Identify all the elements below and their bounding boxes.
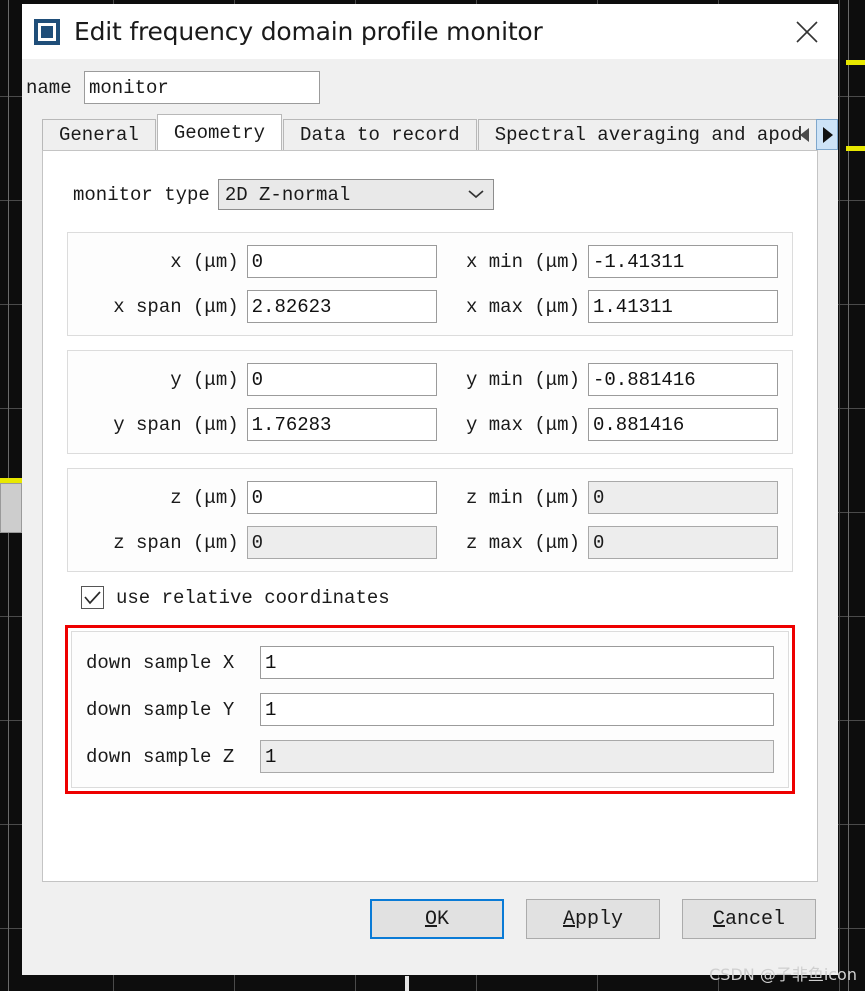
x-span-label: x span (μm) — [113, 295, 239, 318]
geometry-tab-panel: monitor type 2D Z-normal x (μm) x min (μ… — [42, 150, 818, 882]
down-sample-z-input — [260, 740, 774, 773]
y-span-input[interactable] — [246, 408, 437, 441]
viewport-scroll-handle[interactable] — [0, 483, 22, 533]
monitor-type-row: monitor type 2D Z-normal — [73, 179, 799, 210]
name-row: name — [22, 59, 838, 114]
down-sample-x-input[interactable] — [260, 646, 774, 679]
y-min-input[interactable] — [588, 363, 778, 396]
cancel-button-label: ancel — [725, 907, 786, 931]
z-center-row: z (μm) z min (μm) — [80, 481, 778, 514]
y-input[interactable] — [246, 363, 437, 396]
viewport-bottom-marker — [405, 976, 409, 991]
z-max-label: z max (μm) — [465, 531, 580, 554]
down-sample-y-row: down sample Y — [86, 693, 774, 726]
x-span-input[interactable] — [246, 290, 437, 323]
yellow-marker-right — [846, 146, 865, 151]
ok-button[interactable]: OK — [370, 899, 504, 939]
checkmark-icon — [84, 590, 101, 605]
apply-button[interactable]: Apply — [526, 899, 660, 939]
down-sample-z-label: down sample Z — [86, 745, 235, 768]
y-max-label: y max (μm) — [465, 413, 580, 436]
down-sample-x-label: down sample X — [86, 651, 235, 674]
close-icon[interactable] — [776, 4, 838, 59]
ok-button-accel: O — [424, 907, 437, 931]
down-sample-x-row: down sample X — [86, 646, 774, 679]
use-relative-coordinates-label: use relative coordinates — [116, 586, 390, 609]
watermark: CSDN @子非鱼icon — [709, 965, 857, 984]
x-span-row: x span (μm) x max (μm) — [80, 290, 778, 323]
z-max-input — [588, 526, 778, 559]
chevron-down-icon — [467, 184, 485, 206]
name-label: name — [26, 76, 72, 99]
x-max-input[interactable] — [588, 290, 778, 323]
dialog-titlebar: Edit frequency domain profile monitor — [22, 4, 838, 59]
edit-monitor-dialog: Edit frequency domain profile monitor na… — [22, 4, 838, 975]
triangle-right-icon[interactable] — [816, 119, 838, 150]
yellow-marker-right — [846, 60, 865, 65]
tab-general[interactable]: General — [42, 119, 156, 150]
z-span-row: z span (μm) z max (μm) — [80, 526, 778, 559]
y-label: y (μm) — [170, 368, 239, 391]
y-span-row: y span (μm) y max (μm) — [80, 408, 778, 441]
monitor-type-select[interactable]: 2D Z-normal — [217, 179, 494, 210]
z-span-label: z span (μm) — [113, 531, 239, 554]
x-label: x (μm) — [170, 250, 239, 273]
apply-button-accel: A — [562, 907, 575, 931]
dialog-title: Edit frequency domain profile monitor — [74, 17, 543, 46]
z-span-input — [246, 526, 437, 559]
y-max-input[interactable] — [588, 408, 778, 441]
cancel-button-accel: C — [712, 907, 725, 931]
x-min-label: x min (μm) — [465, 250, 580, 273]
x-center-row: x (μm) x min (μm) — [80, 245, 778, 278]
triangle-left-icon[interactable] — [794, 119, 816, 150]
tab-scroll-controls — [794, 119, 838, 150]
y-min-label: y min (μm) — [465, 368, 580, 391]
monitor-square-icon — [34, 18, 60, 45]
y-span-label: y span (μm) — [113, 413, 239, 436]
z-min-input — [588, 481, 778, 514]
tab-geometry[interactable]: Geometry — [156, 114, 283, 150]
use-relative-coordinates-checkbox[interactable] — [81, 586, 104, 609]
x-input[interactable] — [246, 245, 437, 278]
down-sample-y-label: down sample Y — [86, 698, 235, 721]
z-min-label: z min (μm) — [465, 486, 580, 509]
downsample-group: down sample X down sample Y down sample … — [71, 631, 789, 788]
tab-data-to-record[interactable]: Data to record — [283, 119, 477, 150]
dialog-footer: OK Apply Cancel — [22, 882, 838, 939]
down-sample-z-row: down sample Z — [86, 740, 774, 773]
apply-button-label: pply — [575, 907, 624, 931]
tab-strip: General Geometry Data to record Spectral… — [42, 114, 838, 150]
z-input[interactable] — [246, 481, 437, 514]
z-label: z (μm) — [170, 486, 239, 509]
ok-button-label: K — [437, 907, 450, 931]
use-relative-coordinates-row[interactable]: use relative coordinates — [81, 586, 799, 609]
x-coordinate-group: x (μm) x min (μm) x span (μm) x max (μm) — [67, 232, 793, 336]
y-coordinate-group: y (μm) y min (μm) y span (μm) y max (μm) — [67, 350, 793, 454]
name-input[interactable] — [84, 71, 320, 104]
monitor-type-value: 2D Z-normal — [224, 183, 351, 206]
monitor-type-label: monitor type — [73, 183, 210, 206]
tab-spectral-averaging-and-apodization[interactable]: Spectral averaging and apod — [477, 119, 820, 150]
downsample-highlight-box: down sample X down sample Y down sample … — [65, 625, 795, 794]
y-center-row: y (μm) y min (μm) — [80, 363, 778, 396]
x-min-input[interactable] — [588, 245, 778, 278]
down-sample-y-input[interactable] — [260, 693, 774, 726]
z-coordinate-group: z (μm) z min (μm) z span (μm) z max (μm) — [67, 468, 793, 572]
cancel-button[interactable]: Cancel — [682, 899, 816, 939]
x-max-label: x max (μm) — [465, 295, 580, 318]
